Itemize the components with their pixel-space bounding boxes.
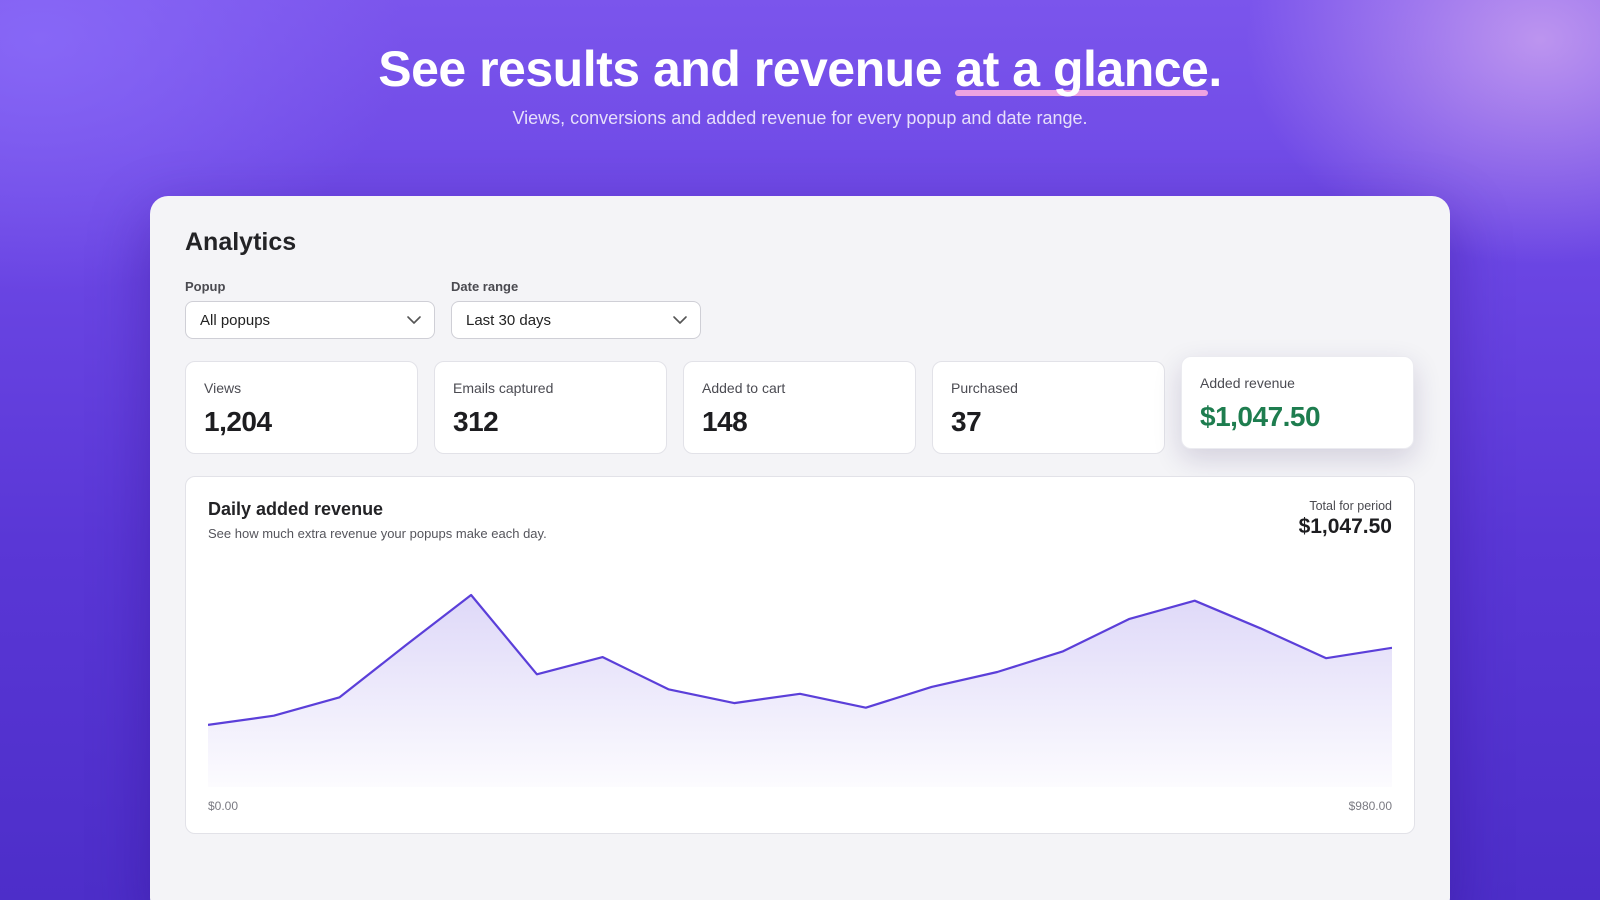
- stat-card-purchased: Purchased 37: [932, 361, 1165, 454]
- period-total-value: $1,047.50: [1298, 515, 1392, 538]
- daily-revenue-chart-card: Daily added revenue See how much extra r…: [185, 476, 1415, 834]
- stat-card-added-to-cart: Added to cart 148: [683, 361, 916, 454]
- date-range-filter: Date range Last 30 days: [451, 279, 701, 339]
- stat-label: Purchased: [951, 380, 1018, 396]
- hero-subtitle: Views, conversions and added revenue for…: [512, 108, 1088, 128]
- stat-label: Emails captured: [453, 380, 554, 396]
- popup-select[interactable]: All popups: [185, 301, 435, 339]
- stat-value: $1,047.50: [1200, 401, 1321, 432]
- chart-heading: Daily added revenue See how much extra r…: [208, 499, 547, 541]
- chart-subtitle: See how much extra revenue your popups m…: [208, 526, 547, 541]
- analytics-panel: Analytics Popup All popups Date range La…: [150, 196, 1450, 900]
- stat-label: Added revenue: [1200, 375, 1295, 391]
- hero-title-main: See results and revenue: [378, 41, 956, 97]
- chevron-down-icon: [407, 316, 421, 324]
- stat-card-added-revenue: Added revenue $1,047.50: [1181, 356, 1414, 449]
- revenue-area-fill: [208, 595, 1392, 787]
- date-range-value: Last 30 days: [466, 311, 552, 329]
- stat-card-emails-captured: Emails captured 312: [434, 361, 667, 454]
- stat-value: 1,204: [204, 406, 272, 437]
- hero-title-end: .: [1208, 41, 1222, 97]
- filters: Popup All popups Date range Last 30 days: [185, 279, 1415, 339]
- period-total-label: Total for period: [1309, 499, 1392, 513]
- hero: See results and revenue at a glance. Vie…: [0, 40, 1600, 129]
- period-total: Total for period $1,047.50: [1299, 499, 1392, 541]
- stat-value: 312: [453, 406, 499, 437]
- stat-cards: Views 1,204 Emails captured 312 Added to…: [185, 356, 1415, 454]
- date-range-select[interactable]: Last 30 days: [451, 301, 701, 339]
- revenue-area-chart: [208, 593, 1392, 787]
- hero-title: See results and revenue at a glance.: [0, 40, 1600, 98]
- x-axis-end-label: $980.00: [1348, 799, 1392, 813]
- stat-label: Views: [204, 380, 242, 396]
- chart-header: Daily added revenue See how much extra r…: [208, 499, 1392, 541]
- popup-filter: Popup All popups: [185, 279, 435, 339]
- stat-value: 148: [702, 406, 748, 437]
- panel-title: Analytics: [185, 228, 297, 256]
- popup-select-value: All popups: [200, 311, 271, 329]
- chevron-down-icon: [673, 316, 687, 324]
- hero-title-highlight: at a glance: [955, 40, 1209, 98]
- stat-card-views: Views 1,204: [185, 361, 418, 454]
- date-range-label: Date range: [451, 279, 519, 294]
- hero-title-highlight-text: at a glance: [955, 41, 1209, 97]
- stat-value: 37: [951, 406, 982, 437]
- chart-title: Daily added revenue: [208, 499, 384, 519]
- popup-filter-label: Popup: [185, 279, 226, 294]
- stat-label: Added to cart: [702, 380, 786, 396]
- x-axis-start-label: $0.00: [208, 799, 239, 813]
